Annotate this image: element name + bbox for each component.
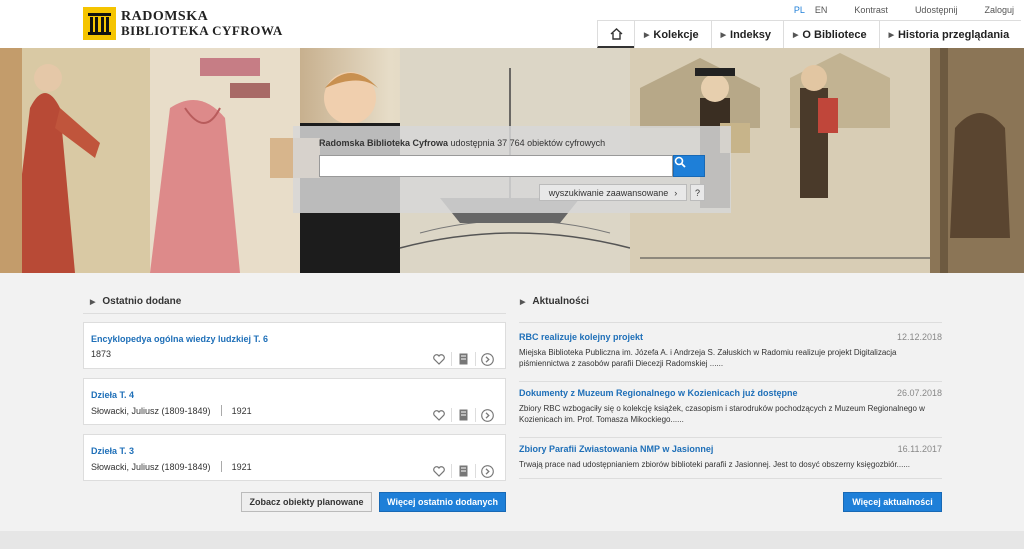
recent-item-title[interactable]: Encyklopedya ogólna wiedzy ludzkiej T. 6 xyxy=(91,334,268,344)
nav-label: Historia przeglądania xyxy=(897,28,1010,41)
search-panel: Radomska Biblioteka Cyfrowa udostępnia 3… xyxy=(293,126,731,213)
document-button[interactable] xyxy=(451,408,475,422)
open-item-button[interactable] xyxy=(475,352,499,366)
nav-kolekcje[interactable]: ▶ Kolekcje xyxy=(634,21,711,48)
news-item-title[interactable]: Zbiory Parafii Zwiastowania NMP w Jasion… xyxy=(519,444,713,454)
recent-item-card[interactable]: Dzieła T. 3 Słowacki, Juliusz (1809-1849… xyxy=(83,434,506,481)
chevron-circle-right-icon xyxy=(481,408,494,422)
logo-line-2: BIBLIOTEKA CYFROWA xyxy=(121,22,283,38)
news-title-text: Aktualności xyxy=(532,296,590,307)
search-input[interactable] xyxy=(319,155,673,177)
divider xyxy=(519,322,942,323)
recent-section-title: ▶ Ostatnio dodane xyxy=(90,296,181,307)
logo-line-1: RADOMSKA xyxy=(121,8,209,24)
news-item-date: 12.12.2018 xyxy=(896,332,942,342)
news-item: RBC realizuje kolejny projekt 12.12.2018… xyxy=(519,329,942,382)
nav-home[interactable] xyxy=(597,21,634,48)
news-item: Dokumenty z Muzeum Regionalnego w Kozien… xyxy=(519,385,942,438)
planned-objects-button[interactable]: Zobacz obiekty planowane xyxy=(241,492,372,512)
news-item-body: Miejska Biblioteka Publiczna im. Józefa … xyxy=(519,348,897,368)
nav-indeksy[interactable]: ▶ Indeksy xyxy=(710,21,783,48)
document-button[interactable] xyxy=(451,464,475,478)
document-icon xyxy=(459,465,468,477)
document-icon xyxy=(459,353,468,365)
document-icon xyxy=(459,409,468,421)
home-icon xyxy=(610,27,622,40)
advanced-search-button[interactable]: wyszukiwanie zaawansowane › xyxy=(539,184,687,201)
chevron-circle-right-icon xyxy=(481,464,494,478)
recent-item-year: 1873 xyxy=(91,349,112,359)
news-item: Zbiory Parafii Zwiastowania NMP w Jasion… xyxy=(519,441,942,479)
nav-o-bibliotece[interactable]: ▶ O Bibliotece xyxy=(783,21,879,48)
search-help-button[interactable]: ? xyxy=(690,184,705,201)
news-item-date: 26.07.2018 xyxy=(896,388,942,398)
advanced-search-label: wyszukiwanie zaawansowane xyxy=(548,187,669,198)
divider xyxy=(220,405,222,416)
document-button[interactable] xyxy=(451,352,475,366)
caret-right-icon: ▶ xyxy=(720,31,727,39)
favorite-button[interactable] xyxy=(427,352,451,366)
hero-banner: Radomska Biblioteka Cyfrowa udostępnia 3… xyxy=(0,48,1024,273)
search-caption-brand: Radomska Biblioteka Cyfrowa xyxy=(319,138,449,148)
recent-title-text: Ostatnio dodane xyxy=(102,296,182,307)
recent-item-title[interactable]: Dzieła T. 3 xyxy=(91,446,134,456)
nav-label: O Bibliotece xyxy=(802,28,867,41)
caret-right-icon: ▶ xyxy=(888,31,894,39)
news-section-title: ▶ Aktualności xyxy=(520,296,589,307)
favorite-button[interactable] xyxy=(427,464,451,478)
nav-historia[interactable]: ▶ Historia przeglądania xyxy=(878,21,1022,48)
recent-item-author: Słowacki, Juliusz (1809-1849) xyxy=(91,405,211,416)
utility-bar: PL EN Kontrast Udostępnij Zaloguj xyxy=(784,5,1014,15)
search-caption-count: udostępnia 37 764 obiektów cyfrowych xyxy=(448,138,606,148)
footer-strip xyxy=(0,531,1024,549)
site-header: RADOMSKA BIBLIOTEKA CYFROWA PL EN Kontra… xyxy=(0,0,1024,48)
search-button[interactable] xyxy=(673,155,705,177)
lang-en-link[interactable]: EN xyxy=(815,5,828,15)
search-caption: Radomska Biblioteka Cyfrowa udostępnia 3… xyxy=(319,138,605,148)
heart-icon xyxy=(433,409,445,421)
main-nav: ▶ Kolekcje ▶ Indeksy ▶ O Bibliotece ▶ Hi… xyxy=(597,20,1022,48)
caret-right-icon: ▶ xyxy=(644,31,650,39)
more-news-button[interactable]: Więcej aktualności xyxy=(843,492,942,512)
caret-right-icon: ▶ xyxy=(793,31,799,39)
divider xyxy=(220,461,222,472)
news-item-date: 16.11.2017 xyxy=(897,444,942,454)
more-recent-button[interactable]: Więcej ostatnio dodanych xyxy=(379,492,506,512)
library-logo-icon xyxy=(83,7,116,40)
search-icon xyxy=(674,156,686,168)
chevron-circle-right-icon xyxy=(481,352,494,366)
recent-item-card[interactable]: Encyklopedya ogólna wiedzy ludzkiej T. 6… xyxy=(83,322,506,369)
lang-pl-link[interactable]: PL xyxy=(794,5,805,15)
recent-item-title[interactable]: Dzieła T. 4 xyxy=(91,390,134,400)
recent-item-year: 1921 xyxy=(231,405,252,416)
heart-icon xyxy=(433,353,445,365)
caret-right-icon: ▶ xyxy=(520,298,526,306)
recent-item-card[interactable]: Dzieła T. 4 Słowacki, Juliusz (1809-1849… xyxy=(83,378,506,425)
recent-item-author: Słowacki, Juliusz (1809-1849) xyxy=(91,461,211,472)
favorite-button[interactable] xyxy=(427,408,451,422)
open-item-button[interactable] xyxy=(475,408,499,422)
news-item-body: Trwają prace nad udostępnianiem zbiorów … xyxy=(519,460,911,469)
site-logo[interactable]: RADOMSKA BIBLIOTEKA CYFROWA xyxy=(83,7,283,40)
news-item-title[interactable]: Dokumenty z Muzeum Regionalnego w Kozien… xyxy=(519,388,798,398)
open-item-button[interactable] xyxy=(475,464,499,478)
caret-right-icon: ▶ xyxy=(90,298,96,306)
chevron-right-icon: › xyxy=(674,187,678,198)
news-item-body: Zbiory RBC wzbogaciły się o kolekcję ksi… xyxy=(519,404,925,424)
share-link[interactable]: Udostępnij xyxy=(915,5,958,15)
divider xyxy=(83,313,506,314)
recent-item-year: 1921 xyxy=(231,461,252,472)
login-link[interactable]: Zaloguj xyxy=(984,5,1014,15)
nav-label: Kolekcje xyxy=(653,28,699,41)
nav-label: Indeksy xyxy=(730,28,771,41)
contrast-link[interactable]: Kontrast xyxy=(854,5,888,15)
heart-icon xyxy=(433,465,445,477)
news-item-title[interactable]: RBC realizuje kolejny projekt xyxy=(519,332,643,342)
